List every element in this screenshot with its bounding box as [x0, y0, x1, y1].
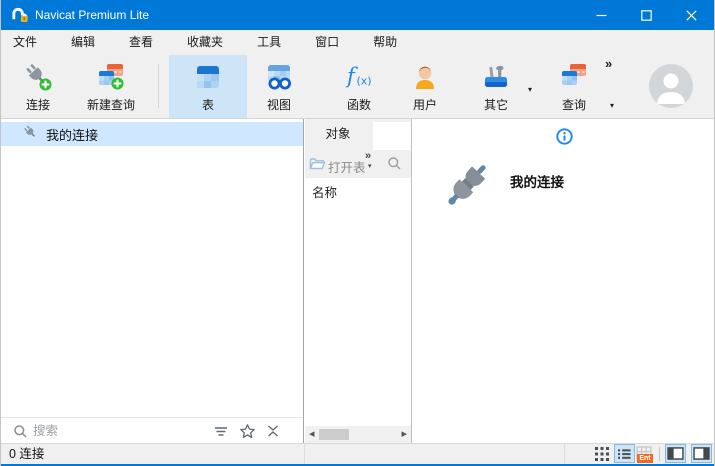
- scroll-right-icon[interactable]: ▸: [401, 427, 407, 442]
- toolbar: 连接 新建查询: [1, 55, 714, 119]
- menu-window[interactable]: 窗口: [298, 30, 356, 55]
- close-icon: [686, 10, 697, 21]
- search-input[interactable]: [33, 419, 193, 442]
- list-view-icon[interactable]: [614, 444, 635, 463]
- menu-file[interactable]: 文件: [1, 30, 54, 55]
- query-icon: [559, 62, 589, 92]
- toolbar-query-button[interactable]: 查询: [546, 55, 602, 118]
- sidebar-search-bar: [1, 417, 303, 443]
- menu-tools[interactable]: 工具: [240, 30, 298, 55]
- objects-overflow-icon[interactable]: »: [365, 150, 371, 162]
- open-table-button[interactable]: 打开表: [328, 157, 366, 176]
- function-icon: f (x): [344, 62, 374, 92]
- filter-icon[interactable]: [213, 423, 229, 444]
- menu-help[interactable]: 帮助: [356, 30, 414, 55]
- menu-edit[interactable]: 编辑: [54, 30, 112, 55]
- objects-panel: 对象 打开表 » ▾ 名称 ◂ ▸: [305, 119, 412, 443]
- avatar-silhouette-icon: [649, 64, 693, 108]
- maximize-icon: [641, 10, 652, 21]
- view-icon: [264, 62, 294, 92]
- favorite-star-icon[interactable]: [239, 423, 256, 445]
- detail-panel: 我的连接: [413, 119, 715, 443]
- large-plug-icon: [441, 159, 493, 216]
- toolbar-connect-button[interactable]: 连接: [10, 55, 66, 118]
- objects-dropdown-icon[interactable]: ▾: [368, 162, 372, 170]
- connection-detail-item[interactable]: 我的连接: [441, 159, 564, 216]
- new-query-icon: [96, 62, 126, 92]
- window-title: Navicat Premium Lite: [35, 0, 149, 30]
- connection-tree-item[interactable]: 我的连接: [1, 122, 303, 146]
- statusbar-divider: [564, 444, 565, 464]
- toolbar-function-button[interactable]: f (x) 函数: [329, 55, 389, 118]
- column-header-name[interactable]: 名称: [312, 182, 337, 201]
- connection-plug-icon: [23, 62, 53, 92]
- toolbar-new-query-button[interactable]: 新建查询: [77, 55, 145, 118]
- table-icon: [193, 62, 223, 92]
- toolbar-other-button[interactable]: 其它: [468, 55, 524, 118]
- tab-objects[interactable]: 对象: [305, 119, 371, 150]
- navicat-logo-icon: [11, 6, 28, 28]
- tab-strip-spacer: [373, 122, 411, 150]
- svg-text:(x): (x): [357, 75, 372, 88]
- objects-header: 对象 打开表 » ▾: [305, 119, 411, 178]
- show-left-pane-icon[interactable]: [665, 444, 686, 463]
- objects-search-icon[interactable]: [387, 156, 402, 176]
- toolbar-separator: [158, 64, 159, 108]
- close-button[interactable]: [669, 0, 714, 30]
- collapse-all-icon[interactable]: [265, 423, 281, 444]
- connections-panel: 我的连接: [1, 119, 304, 443]
- statusbar: 0 连接: [1, 443, 714, 464]
- open-table-folder-icon[interactable]: [309, 156, 326, 177]
- ent-badge: Ent: [637, 454, 653, 463]
- minimize-button[interactable]: [579, 0, 624, 30]
- connection-tree-label: 我的连接: [46, 125, 98, 144]
- connection-count: 0 连接: [9, 444, 44, 464]
- menu-view[interactable]: 查看: [112, 30, 170, 55]
- statusbar-icon-divider: [659, 447, 660, 461]
- query-dropdown-icon[interactable]: ▾: [610, 101, 614, 110]
- tools-icon: [481, 62, 511, 92]
- show-right-pane-icon[interactable]: [691, 444, 712, 463]
- user-icon: [410, 62, 440, 92]
- horizontal-scrollbar[interactable]: ◂ ▸: [305, 426, 411, 443]
- scroll-left-icon[interactable]: ◂: [309, 427, 315, 442]
- maximize-button[interactable]: [624, 0, 669, 30]
- toolbar-user-button[interactable]: 用户: [397, 55, 453, 118]
- other-dropdown-icon[interactable]: ▾: [528, 85, 532, 94]
- menubar: 文件 编辑 查看 收藏夹 工具 窗口 帮助: [1, 30, 714, 55]
- toolbar-overflow-icon[interactable]: »: [605, 56, 612, 71]
- user-avatar[interactable]: [649, 64, 693, 108]
- info-icon[interactable]: [556, 128, 573, 150]
- menu-favorites[interactable]: 收藏夹: [170, 30, 240, 55]
- toolbar-view-button[interactable]: 视图: [249, 55, 309, 118]
- detail-view-icon[interactable]: [595, 447, 609, 461]
- minimize-icon: [596, 10, 607, 21]
- statusbar-divider: [304, 444, 305, 464]
- app-window: Navicat Premium Lite 文件 编辑 查看 收藏夹 工具 窗口 …: [0, 0, 715, 466]
- toolbar-table-button[interactable]: 表: [169, 55, 247, 118]
- titlebar[interactable]: Navicat Premium Lite: [1, 0, 714, 30]
- connection-detail-label: 我的连接: [510, 171, 564, 216]
- scrollbar-thumb[interactable]: [319, 429, 349, 440]
- search-icon: [13, 424, 28, 439]
- small-plug-icon: [23, 124, 39, 145]
